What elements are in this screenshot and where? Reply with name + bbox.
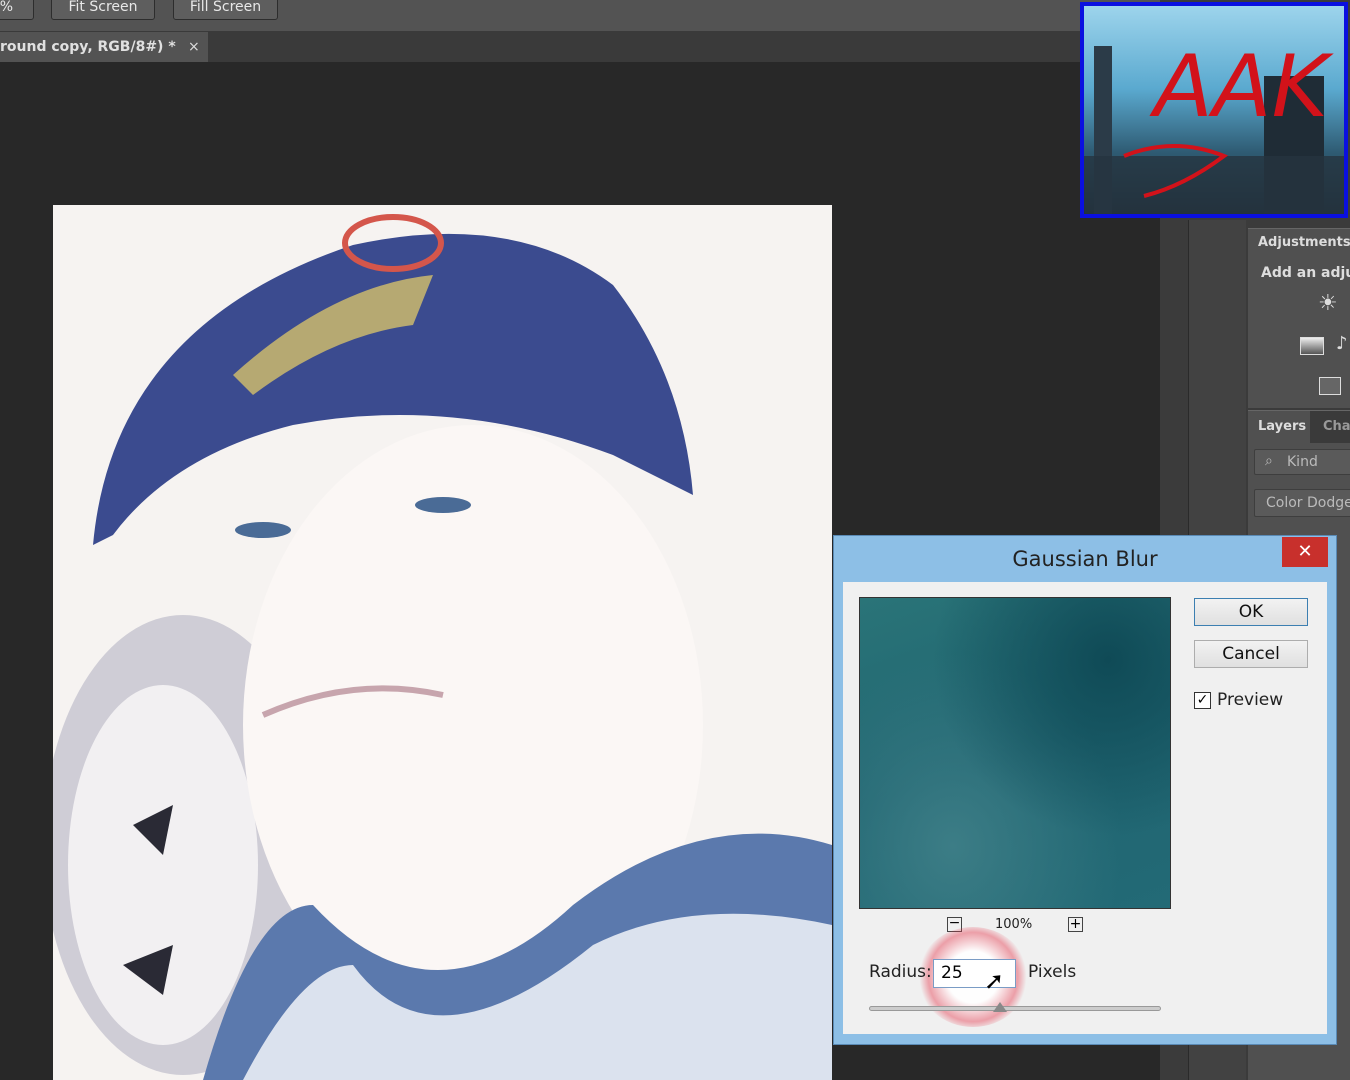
cancel-button[interactable]: Cancel — [1194, 640, 1308, 668]
tab-layers[interactable]: Layers — [1258, 419, 1306, 434]
radius-slider-thumb[interactable] — [993, 1002, 1008, 1012]
document-tab-title: round copy, RGB/8#) * — [0, 39, 176, 55]
preview-zoom-level: 100% — [995, 917, 1033, 932]
radius-slider[interactable] — [869, 1006, 1161, 1011]
dialog-body: − 100% + OK Cancel ✓ Preview Radius: 25 … — [843, 582, 1327, 1034]
units-label: Pixels — [1028, 962, 1077, 982]
dialog-close-button[interactable]: ✕ — [1282, 537, 1328, 567]
brightness-contrast-icon[interactable]: ☀ — [1318, 291, 1338, 316]
preview-label: Preview — [1217, 690, 1284, 710]
dialog-title: Gaussian Blur — [1012, 547, 1158, 571]
fill-screen-button[interactable]: Fill Screen — [173, 0, 278, 20]
zoom-percent-button[interactable]: % — [0, 0, 34, 20]
mouse-cursor-icon: ➚ — [984, 967, 1005, 995]
filter-kind-label: Kind — [1287, 454, 1318, 470]
blend-mode-value: Color Dodge — [1266, 495, 1350, 511]
tab-channels[interactable]: Cha — [1323, 419, 1350, 434]
document-tab-bar: round copy, RGB/8#) * × — [0, 32, 1160, 62]
curves-icon[interactable]: ♪ — [1336, 333, 1348, 354]
adjustments-subtitle: Add an adju — [1261, 265, 1350, 281]
channel-watermark-logo: AAK — [1080, 2, 1348, 218]
document-tab[interactable]: round copy, RGB/8#) * × — [0, 32, 208, 62]
gaussian-blur-dialog: Gaussian Blur ✕ − 100% + OK Cancel ✓ Pre… — [833, 535, 1337, 1045]
ok-button[interactable]: OK — [1194, 598, 1308, 626]
preview-checkbox[interactable]: ✓ — [1194, 692, 1211, 709]
radius-label: Radius: — [869, 962, 932, 982]
layer-filter-kind[interactable]: ⌕ Kind — [1254, 449, 1350, 475]
blend-mode-select[interactable]: Color Dodge — [1254, 489, 1350, 517]
portrait-photo — [53, 214, 832, 1080]
levels-icon[interactable] — [1300, 337, 1324, 355]
search-icon: ⌕ — [1265, 453, 1273, 469]
adjustments-panel: Adjustments Add an adju ☀ ♪ — [1248, 228, 1350, 408]
zoom-in-icon[interactable]: + — [1068, 917, 1083, 932]
svg-text:AAK: AAK — [1149, 37, 1335, 137]
adjustments-panel-title[interactable]: Adjustments — [1258, 235, 1350, 250]
close-tab-icon[interactable]: × — [188, 32, 200, 62]
fit-screen-button[interactable]: Fit Screen — [51, 0, 155, 20]
blur-preview[interactable] — [859, 597, 1171, 909]
exposure-icon[interactable] — [1319, 377, 1341, 395]
document-image — [53, 205, 832, 1080]
